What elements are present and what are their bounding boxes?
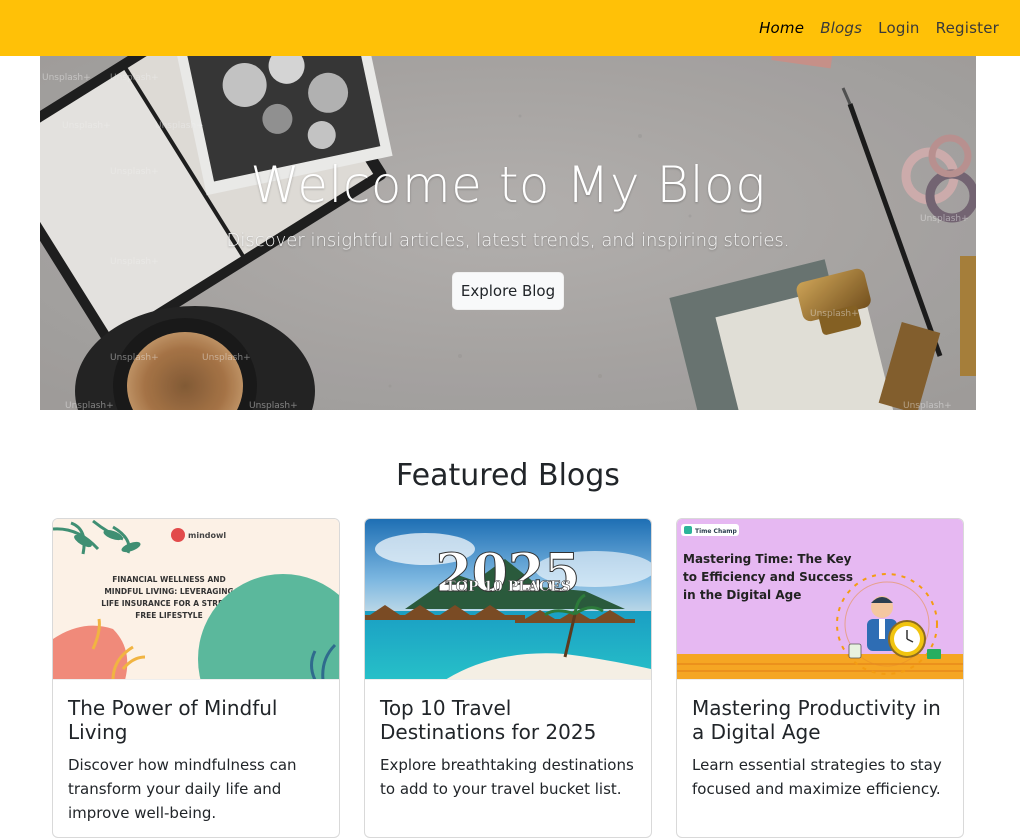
blog-card-title[interactable]: The Power of Mindful Living	[68, 696, 324, 744]
svg-text:FINANCIAL WELLNESS AND: FINANCIAL WELLNESS AND	[112, 575, 226, 584]
blog-card-body: The Power of Mindful Living Discover how…	[53, 680, 339, 837]
svg-text:TOP 10 PLACES: TOP 10 PLACES	[445, 579, 571, 595]
blog-card-mindful-living[interactable]: mindowl FINANCIAL WELLNESS AND MINDFUL L…	[52, 518, 340, 838]
blog-card-body: Mastering Productivity in a Digital Age …	[677, 680, 963, 817]
blog-card-image: mindowl FINANCIAL WELLNESS AND MINDFUL L…	[53, 519, 339, 680]
svg-text:FREE LIFESTYLE: FREE LIFESTYLE	[135, 611, 202, 620]
hero-section: Unsplash+ Unsplash+ Unsplash+ Unsplash+ Un…	[40, 56, 976, 410]
blog-card-text: Explore breathtaking destinations to add…	[380, 756, 634, 798]
explore-blog-button[interactable]: Explore Blog	[452, 272, 564, 310]
hero-content: Welcome to My Blog Discover insightful a…	[40, 56, 976, 410]
svg-text:in the Digital Age: in the Digital Age	[683, 588, 801, 602]
blog-card-body: Top 10 Travel Destinations for 2025 Expl…	[365, 680, 651, 817]
blog-card-image: 2025 TOP 10 PLACES	[365, 519, 651, 680]
blog-card-text: Discover how mindfulness can transform y…	[68, 756, 297, 822]
blog-card-title[interactable]: Top 10 Travel Destinations for 2025	[380, 696, 636, 744]
blog-card-title[interactable]: Mastering Productivity in a Digital Age	[692, 696, 948, 744]
nav-links: Home Blogs Login Register	[759, 0, 999, 56]
nav-link-login[interactable]: Login	[878, 19, 919, 37]
navbar: Home Blogs Login Register	[0, 0, 1020, 56]
blog-card-travel-destinations[interactable]: 2025 TOP 10 PLACES Top 10 Travel Destina…	[364, 518, 652, 838]
hero-subtitle: Discover insightful articles, latest tre…	[226, 230, 790, 251]
blog-card-text: Learn essential strategies to stay focus…	[692, 756, 942, 798]
nav-link-home[interactable]: Home	[759, 19, 804, 37]
svg-text:MINDFUL LIVING: LEVERAGING: MINDFUL LIVING: LEVERAGING	[104, 587, 233, 596]
blog-card-productivity[interactable]: Time Champ Mastering Time: The Key to Ef…	[676, 518, 964, 838]
hero-title: Welcome to My Blog	[250, 156, 766, 214]
featured-blogs-heading: Featured Blogs	[396, 458, 620, 493]
nav-link-blogs[interactable]: Blogs	[820, 19, 862, 37]
svg-text:mindowl: mindowl	[188, 531, 226, 540]
svg-text:to Efficiency and Success: to Efficiency and Success	[683, 570, 853, 584]
svg-text:Time Champ: Time Champ	[695, 528, 738, 535]
blog-card-image: Time Champ Mastering Time: The Key to Ef…	[677, 519, 963, 680]
svg-text:Mastering Time: The Key: Mastering Time: The Key	[683, 552, 852, 566]
nav-link-register[interactable]: Register	[936, 19, 999, 37]
